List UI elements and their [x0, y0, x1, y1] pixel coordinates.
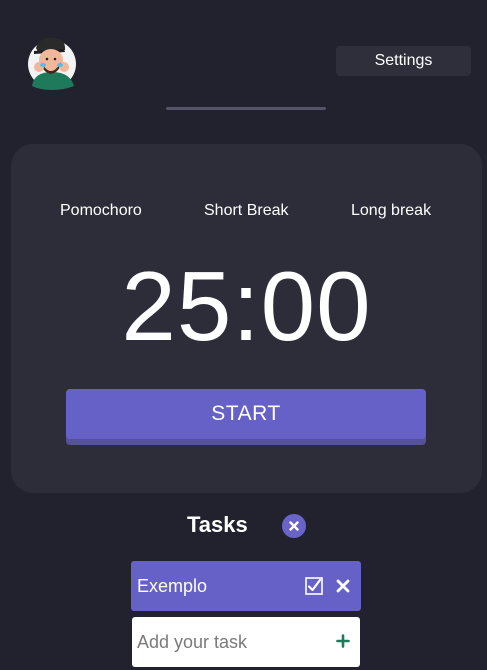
- close-icon: [289, 521, 299, 531]
- delete-task-icon[interactable]: [336, 579, 350, 593]
- start-button[interactable]: START: [66, 389, 426, 439]
- settings-button[interactable]: Settings: [336, 46, 471, 76]
- timer-card: Pomochoro Short Break Long break 25:00 S…: [11, 144, 482, 493]
- task-item: Exemplo: [131, 561, 361, 611]
- checkbox-icon[interactable]: [305, 577, 323, 595]
- avatar: [24, 34, 80, 90]
- add-task-box: [132, 617, 360, 667]
- clear-tasks-button[interactable]: [282, 514, 306, 538]
- plus-icon[interactable]: [336, 634, 350, 648]
- tab-short-break[interactable]: Short Break: [204, 202, 288, 220]
- tab-pomodoro[interactable]: Pomochoro: [60, 202, 142, 220]
- tab-long-break[interactable]: Long break: [351, 202, 431, 220]
- timer-display: 25:00: [121, 251, 372, 361]
- tasks-heading: Tasks: [187, 512, 248, 537]
- task-label: Exemplo: [137, 576, 208, 596]
- session-progress-bar: [166, 107, 326, 110]
- add-task-input[interactable]: [132, 617, 322, 667]
